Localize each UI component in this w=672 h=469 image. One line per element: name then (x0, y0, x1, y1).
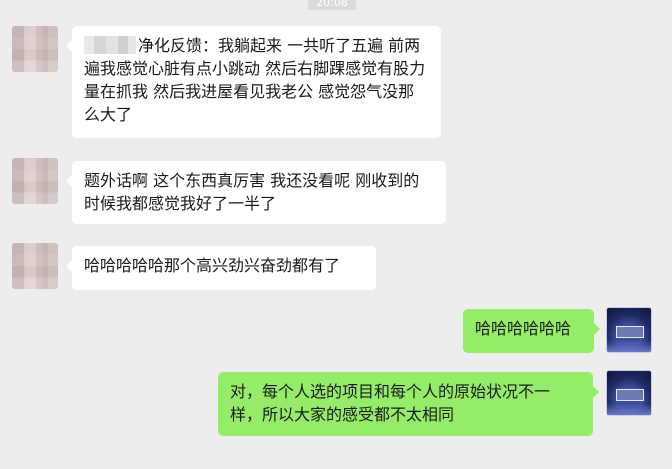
timestamp: 20:08 (308, 0, 356, 10)
sender-avatar[interactable] (12, 158, 58, 204)
message-text: 哈哈哈哈哈哈 (475, 319, 572, 338)
message-bubble-incoming[interactable]: 哈哈哈哈哈那个高兴劲兴奋劲都有了 (66, 246, 376, 290)
self-avatar[interactable] (606, 307, 652, 353)
logo-background (607, 403, 651, 415)
logo-emblem (616, 326, 644, 338)
message-text: 题外话啊 这个东西真厉害 我还没看呢 刚收到的时候我都感觉我好了一半了 (84, 171, 420, 213)
self-avatar[interactable] (606, 370, 652, 416)
message-bubble-incoming[interactable]: 净化反馈：我躺起来 一共听了五遍 前两遍我感觉心脏有点小跳动 然后右脚踝感觉有股… (66, 26, 441, 138)
logo-emblem (616, 389, 644, 401)
message-bubble-outgoing[interactable]: 对，每个人选的项目和每个人的原始状况不一样，所以大家的感受都不太相同 (218, 372, 599, 436)
message-text: 对，每个人选的项目和每个人的原始状况不一样，所以大家的感受都不太相同 (230, 382, 551, 424)
sender-avatar[interactable] (12, 243, 58, 289)
message-text: 哈哈哈哈哈那个高兴劲兴奋劲都有了 (84, 256, 341, 275)
redacted-name (84, 36, 136, 54)
message-bubble-incoming[interactable]: 题外话啊 这个东西真厉害 我还没看呢 刚收到的时候我都感觉我好了一半了 (66, 161, 446, 224)
message-bubble-outgoing[interactable]: 哈哈哈哈哈哈 (463, 309, 600, 353)
sender-avatar[interactable] (12, 26, 58, 72)
logo-background (607, 340, 651, 352)
